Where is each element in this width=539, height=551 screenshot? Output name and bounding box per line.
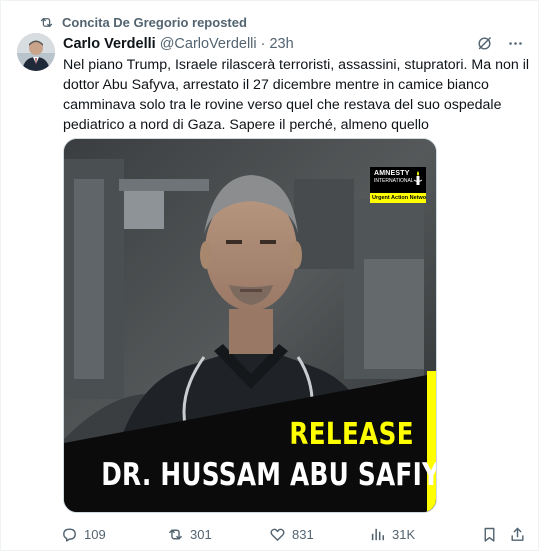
repost-count: 301 xyxy=(190,526,212,542)
tweet[interactable]: Concita De Gregorio reposted Carlo Verde… xyxy=(0,0,539,551)
image-headline: RELEASE xyxy=(289,417,414,452)
repost-icon xyxy=(40,18,53,27)
tweet-text: Nel piano Trump, Israele rilascerà terro… xyxy=(63,57,529,133)
repost-context[interactable]: Concita De Gregorio reposted xyxy=(39,15,247,30)
repost-button[interactable]: 301 xyxy=(167,522,212,546)
views-icon xyxy=(371,528,385,540)
repost-icon xyxy=(169,529,182,539)
bookmark-button[interactable] xyxy=(481,522,498,546)
image-subject: DR. HUSSAM ABU SAFIYA xyxy=(101,457,437,493)
grok-icon[interactable] xyxy=(476,35,493,52)
heart-icon xyxy=(270,528,285,541)
share-button[interactable] xyxy=(509,522,526,546)
view-count: 31K xyxy=(392,526,416,542)
like-count: 831 xyxy=(292,526,314,542)
repost-label: Concita De Gregorio reposted xyxy=(62,15,247,30)
tweet-header: Carlo Verdelli @CarloVerdelli · 23h xyxy=(63,35,524,52)
bookmark-icon xyxy=(484,527,495,542)
reply-count: 109 xyxy=(84,526,106,542)
author-handle[interactable]: @CarloVerdelli xyxy=(160,36,257,52)
amnesty-tagline: Urgent Action Network xyxy=(370,193,426,203)
timestamp[interactable]: 23h xyxy=(269,36,293,52)
tweet-actions: 109 301 831 31K xyxy=(61,522,527,546)
reply-button[interactable]: 109 xyxy=(61,522,106,546)
like-button[interactable]: 831 xyxy=(269,522,314,546)
views-button[interactable]: 31K xyxy=(369,522,415,546)
share-icon xyxy=(511,527,524,541)
candle-icon xyxy=(413,171,423,185)
reply-icon xyxy=(63,527,76,542)
separator: · xyxy=(260,35,266,52)
amnesty-logo: AMNESTY INTERNATIONAL Urgent Action Netw… xyxy=(370,167,426,203)
avatar[interactable] xyxy=(17,33,55,71)
author-name[interactable]: Carlo Verdelli xyxy=(63,36,156,52)
more-icon[interactable] xyxy=(507,35,524,52)
tweet-image[interactable]: AMNESTY INTERNATIONAL Urgent Action Netw… xyxy=(63,138,437,513)
